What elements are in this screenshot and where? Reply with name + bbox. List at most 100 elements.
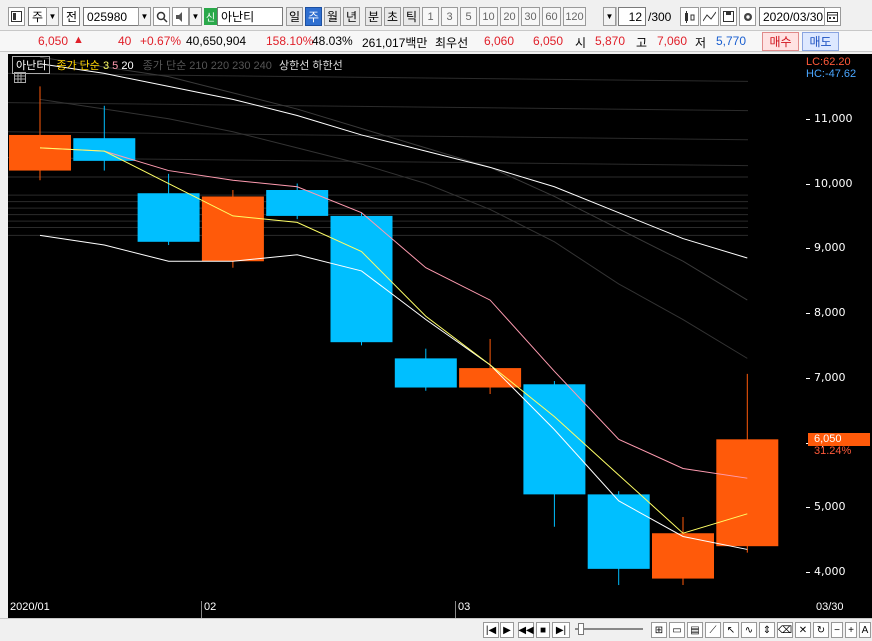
current-price: 6,050 [38,34,69,48]
font-size-icon[interactable]: A [859,622,871,638]
line-tool-icon[interactable]: ⟋ [705,622,721,638]
interval-button-30[interactable]: 30 [521,7,540,26]
period-button-6[interactable]: 틱 [403,7,420,26]
interval-button-20[interactable]: 20 [500,7,519,26]
zoom-in-icon[interactable]: + [845,622,857,638]
y-tick-label: 10,000 [814,176,853,190]
chart-window: 주 ▼ 전 025980 ▼ ▼ 신 아난티 일주월년분초틱 1 3 5 10 20 30… [0,0,872,641]
y-tick-mark [806,572,810,574]
period-button-3[interactable]: 년 [343,7,360,26]
period-button-1[interactable]: 주 [305,7,322,26]
open-label: 시 [575,36,587,50]
chevron-down-icon[interactable]: ▼ [138,7,151,26]
chevron-down-icon[interactable]: ▼ [189,7,202,26]
count-input[interactable]: 12 [618,7,646,26]
x-tick-label: 03 [455,601,470,618]
date-axis: 2020/01 02 03 [8,598,806,618]
price-change-pct: +0.67% [140,34,182,48]
long-ma-line [39,56,748,301]
x-tick-label: 2020/01 [10,601,50,613]
y-tick-label: 9,000 [814,241,846,255]
search-icon[interactable] [153,7,170,26]
vma210-legend: 210 [189,60,208,72]
zoom-slider[interactable] [575,628,643,630]
hc-label: HC:-47.62 [806,68,857,80]
y-tick-mark [806,248,810,250]
candle-body [266,190,329,216]
turnover-rate: 48.03% [312,34,353,48]
high-price: 7,060 [657,34,688,48]
delete-icon[interactable]: ✕ [795,622,811,638]
interval-button-3[interactable]: 3 [441,7,458,26]
interval-button-120[interactable]: 120 [563,7,586,26]
table-view-icon[interactable]: ▤ [687,622,703,638]
scroll-end-icon[interactable]: ▶| [552,622,570,638]
vma220-legend: 220 [210,60,230,72]
low-price: 5,770 [716,34,747,48]
zoom-fit-icon[interactable]: ⊞ [651,622,667,638]
ma-label: 종가 단순 [56,60,100,72]
ma5-legend: 5 [112,60,119,72]
sell-button[interactable]: 매도 [802,32,839,51]
settings-icon[interactable] [739,7,756,26]
cursor-icon[interactable]: ↖ [723,622,739,638]
x-tick-label: 02 [201,601,216,618]
zoom-out-icon[interactable]: − [831,622,843,638]
interval-button-10[interactable]: 10 [479,7,498,26]
buy-button[interactable]: 매수 [762,32,799,51]
quote-bar: 6,050 ▲ 40 +0.67% 40,650,904 158.10% 48.… [0,31,872,52]
y-tick-label: 4,000 [814,565,846,579]
volume-ratio: 158.10% [266,34,314,48]
calendar-icon[interactable] [824,7,841,26]
save-icon[interactable] [720,7,737,26]
erase-icon[interactable]: ⌫ [777,622,793,638]
sound-icon[interactable] [172,7,189,26]
price-chart[interactable]: 아난티 종가 단순 3 5 20 종가 단순 210 220 230 240 상한… [8,54,806,598]
stock-name-field[interactable]: 아난티 [217,7,283,26]
interval-button-5[interactable]: 5 [460,7,477,26]
candle-body [9,134,71,171]
period-button-0[interactable]: 일 [286,7,303,26]
lower-limit-legend: 하한선 [312,60,343,72]
y-tick-mark [806,507,810,509]
price-change: 40 [118,34,132,48]
candle-body [459,368,522,388]
chart-legend: 아난티 종가 단순 3 5 20 종가 단순 210 220 230 240 상한… [12,56,343,74]
wave-icon[interactable]: ∿ [741,622,757,638]
vma-label: 종가 단순 [142,60,187,72]
period-button-4[interactable]: 분 [365,7,382,26]
candle-body [587,494,650,569]
date-input[interactable]: 2020/03/30 [759,7,825,26]
vma240-legend: 240 [253,60,272,72]
measure-icon[interactable]: ⇕ [759,622,775,638]
vma230-legend: 230 [232,60,251,72]
interval-button-1[interactable]: 1 [422,7,439,26]
period-button-2[interactable]: 월 [324,7,341,26]
scroll-right-icon[interactable]: ▶ [500,622,514,638]
drawing-tool-icon[interactable] [700,7,719,26]
candle-body [330,215,393,343]
zoom-slider-handle[interactable] [578,623,584,635]
count-total: /300 [648,10,672,24]
interval-button-60[interactable]: 60 [542,7,561,26]
current-pct-tag: 31.24% [814,445,852,458]
scroll-back-icon[interactable]: ◀◀ [518,622,534,638]
open-window-icon[interactable] [8,7,25,26]
y-tick-label: 7,000 [814,370,846,384]
chevron-down-icon[interactable]: ▼ [603,7,616,26]
grid-toggle-icon[interactable] [14,72,26,83]
main-toolbar: 주 ▼ 전 025980 ▼ ▼ 신 아난티 일주월년분초틱 1 3 5 10 20 30… [0,0,872,31]
candle-type-icon[interactable] [680,7,699,26]
stop-icon[interactable]: ■ [536,622,550,638]
open-price: 5,870 [595,34,626,48]
period-button-5[interactable]: 초 [384,7,401,26]
candle-body [394,358,457,388]
stock-code-input[interactable]: 025980 [83,7,139,26]
price-axis: LC:62.20 HC:-47.62 11,000 10,000 9,000 8,00… [806,54,872,598]
lc-label: LC:62.20 [806,56,851,68]
scroll-start-icon[interactable]: |◀ [483,622,499,638]
refresh-icon[interactable]: ↻ [813,622,829,638]
chevron-down-icon[interactable]: ▼ [46,7,59,26]
chart-type-icon[interactable]: ▭ [669,622,685,638]
market-select[interactable]: 전 [62,7,80,26]
